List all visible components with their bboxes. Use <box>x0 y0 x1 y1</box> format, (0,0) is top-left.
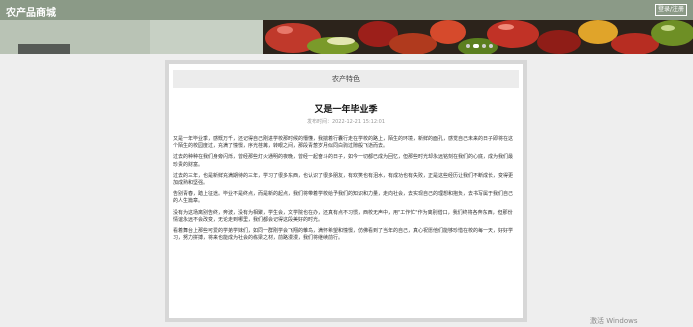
fruit-vegetable-photo <box>263 20 693 54</box>
carousel-dot[interactable] <box>482 44 486 48</box>
article-paragraph: 没有为这场离别告终，奔波，没有为相聚，学生会，文学院也在办，还真有点不习惯，西校… <box>173 209 513 223</box>
carousel-dot[interactable] <box>489 44 493 48</box>
article-paragraph: 又是一年毕业季，感慨万千，还记得自己刚进学校那时候的懵懂，我揣着行囊行走在学校的… <box>173 136 514 150</box>
top-navigation-bar: 农产品商城 登录/注册 <box>0 0 693 20</box>
article-paragraph: 告别青春，踏上征途。毕业不是终点，而是新的起点，我们将带着学校给予我们的知识和力… <box>173 191 514 205</box>
carousel-indicators <box>466 44 493 48</box>
article-title: 又是一年毕业季 <box>314 105 378 115</box>
article-panel: 农产特色 又是一年毕业季 发布时间：2022-12-21 15:12:01 又是… <box>165 60 527 322</box>
carousel-dot[interactable] <box>466 44 470 48</box>
article-paragraph: 过去的种种在我们身旁闪烁，曾经那些灯火通明的夜晚，曾经一起奋斗的日子，如今一切都… <box>173 154 514 168</box>
article-paragraph: 过去的三年，也是新鲜充满期待的三年，学习了很多东西，也认识了很多朋友，有欢笑也有… <box>173 172 514 187</box>
banner-image <box>263 20 693 54</box>
carousel-dot-active[interactable] <box>473 44 479 48</box>
site-title[interactable]: 农产品商城 <box>6 4 56 19</box>
login-register-button[interactable]: 登录/注册 <box>655 4 687 16</box>
windows-activation-watermark: 激活 Windows <box>590 317 638 325</box>
banner-dark-block <box>18 44 70 54</box>
article-publish-time: 发布时间：2022-12-21 15:12:01 <box>306 119 386 125</box>
article-body: 又是一年毕业季，感慨万千，还记得自己刚进学校那时候的懵懂，我揣着行囊行走在学校的… <box>173 136 517 246</box>
hero-banner[interactable] <box>0 20 693 54</box>
section-header: 农产特色 <box>173 70 519 88</box>
article-paragraph: 看着舞台上那些可爱的学弟学妹们，如同一群刚学会飞翔的雏鸟，满怀希望和憧憬，仿佛看… <box>173 228 514 242</box>
